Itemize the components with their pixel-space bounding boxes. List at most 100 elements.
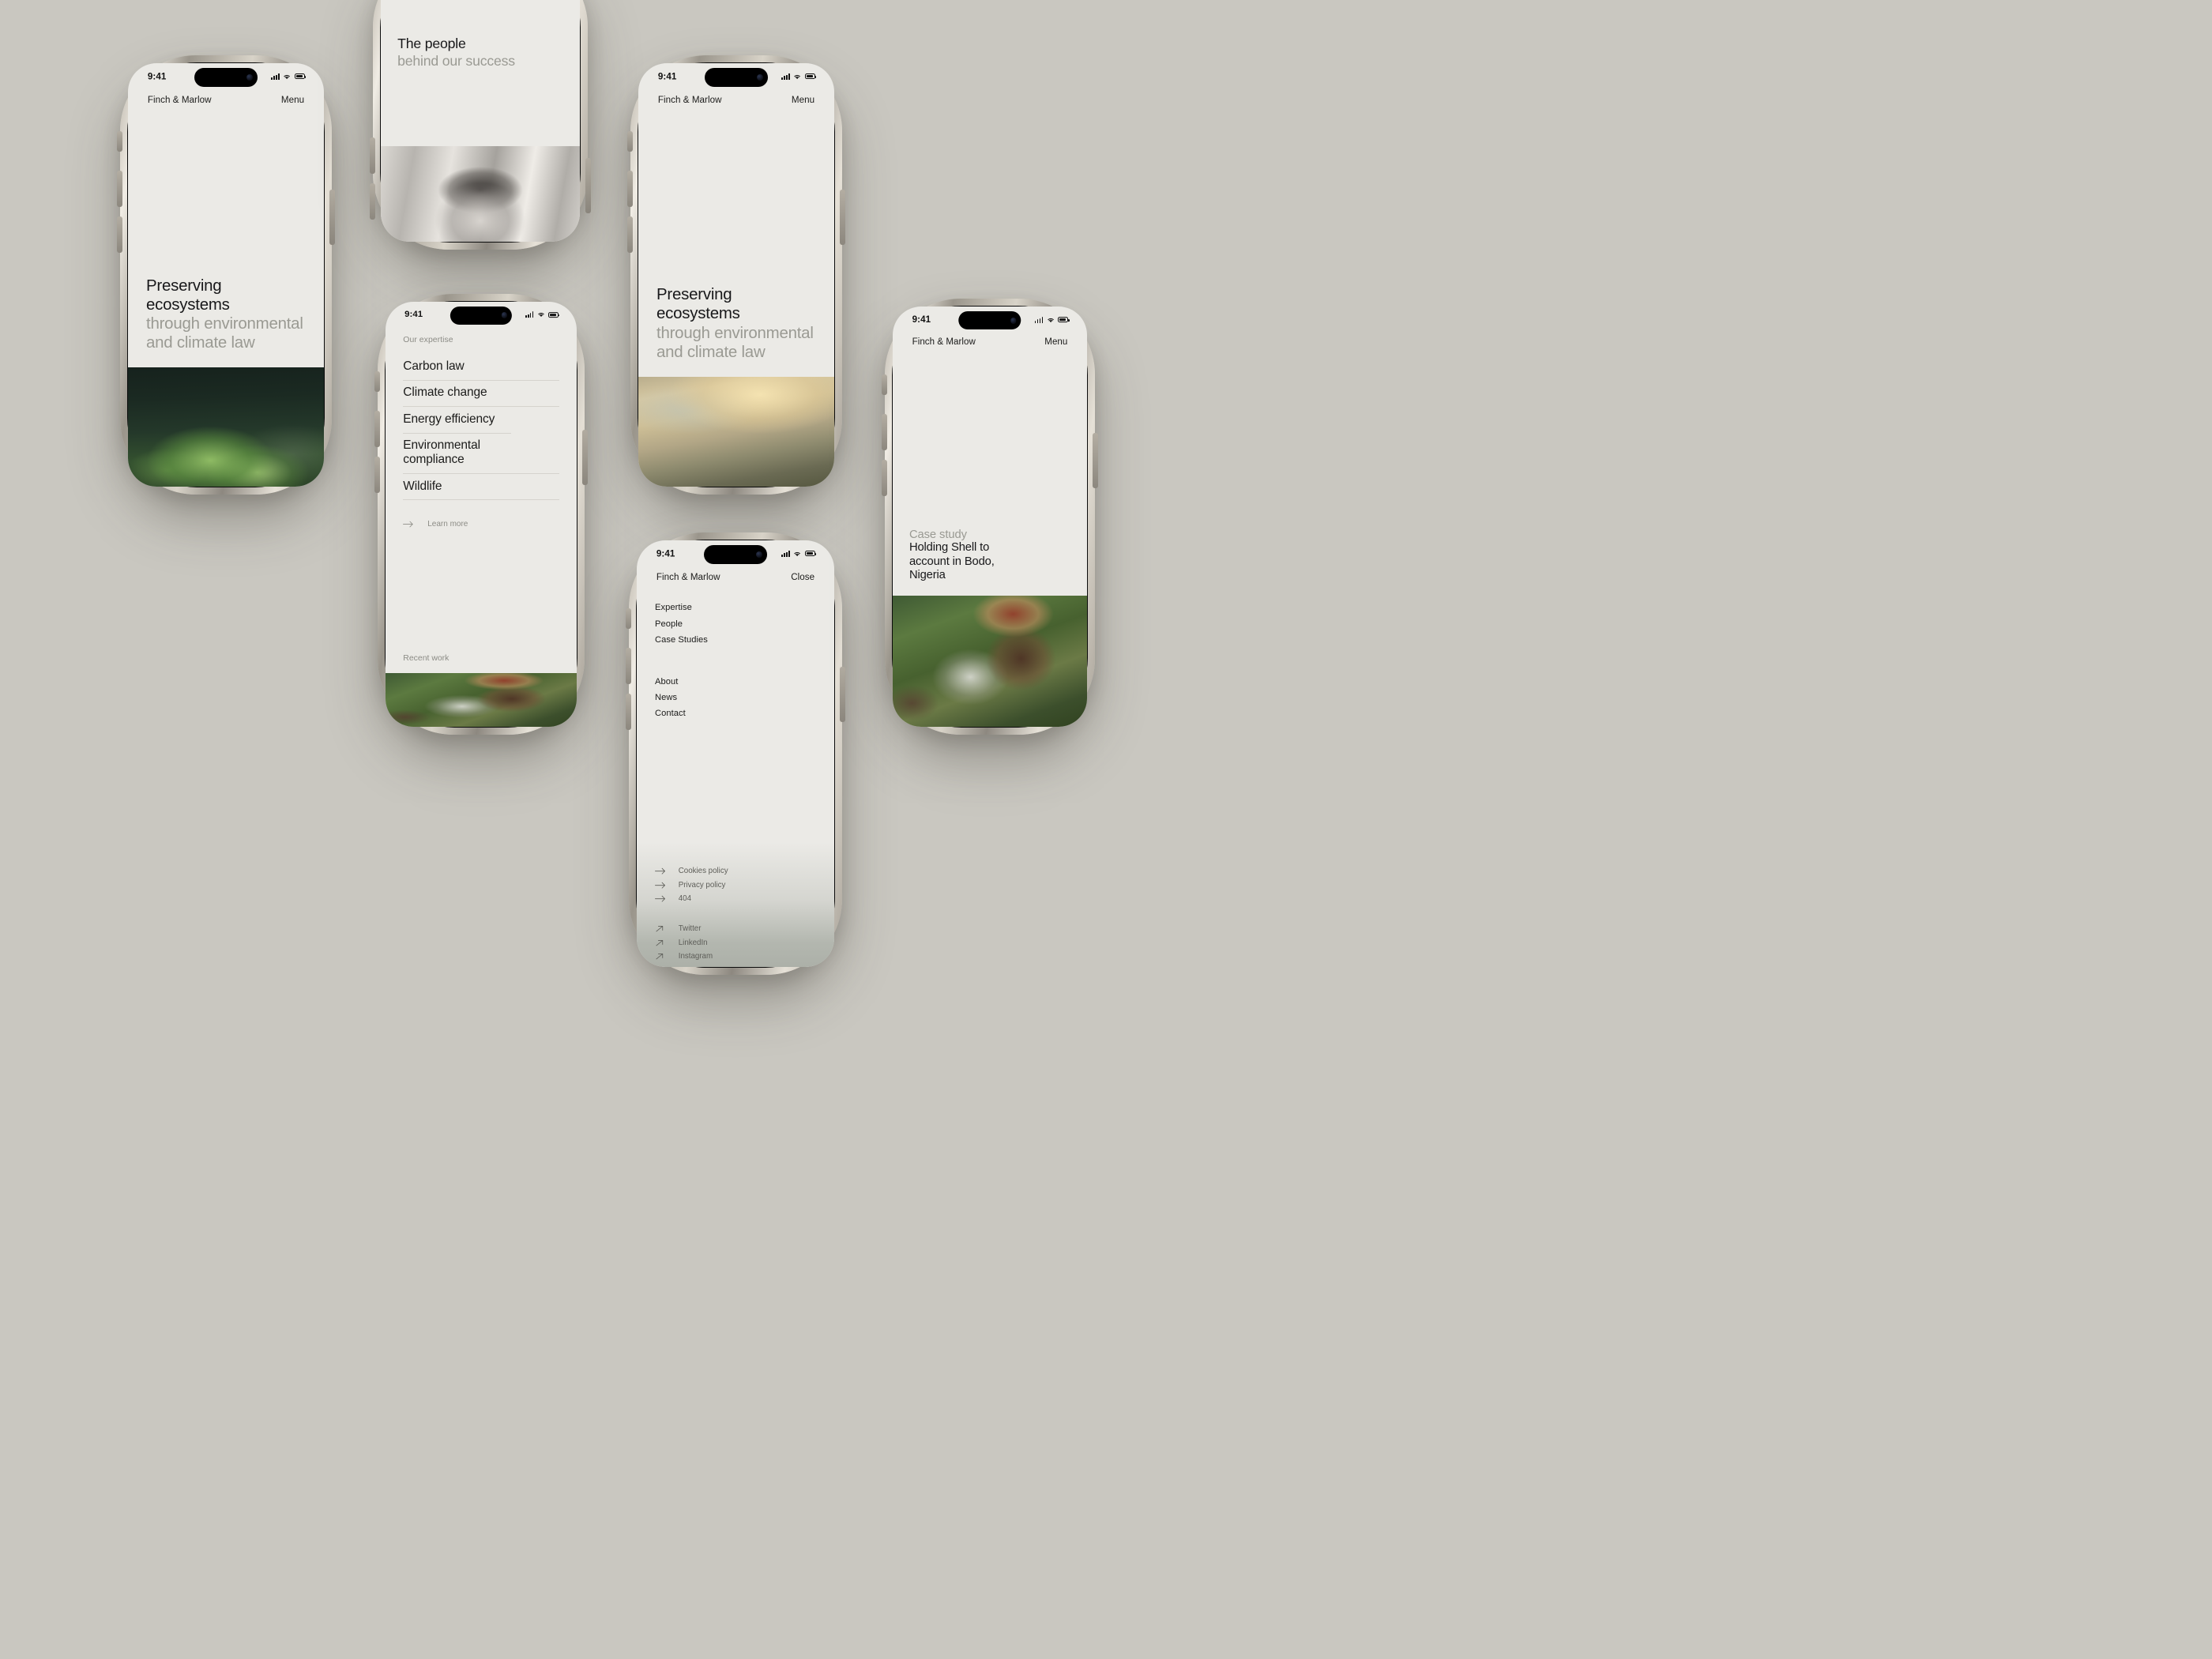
- power-button[interactable]: [582, 430, 588, 485]
- wifi-icon: [1047, 317, 1055, 323]
- brand-logo[interactable]: Finch & Marlow: [656, 572, 720, 582]
- power-button[interactable]: [840, 667, 845, 722]
- cellular-bars-icon: [781, 551, 791, 557]
- status-icons: [781, 551, 817, 557]
- volume-up-button[interactable]: [626, 648, 631, 684]
- volume-up-button[interactable]: [117, 171, 122, 207]
- volume-down-button[interactable]: [627, 216, 633, 253]
- front-camera-icon: [1010, 317, 1017, 324]
- menu-body: Expertise People Case Studies About News…: [636, 582, 835, 968]
- cellular-bars-icon: [525, 311, 534, 318]
- golden-mountain-valley-photo: [638, 376, 835, 487]
- brand-logo[interactable]: Finch & Marlow: [148, 95, 212, 105]
- silence-switch[interactable]: [374, 371, 380, 392]
- woman-with-child-photo: [385, 673, 577, 728]
- volume-up-button[interactable]: [882, 414, 887, 450]
- status-icons: [1034, 316, 1070, 323]
- social-link-linkedin[interactable]: LinkedIn: [655, 936, 816, 950]
- nav-item-news[interactable]: News: [655, 690, 816, 705]
- expertise-item-carbon-law[interactable]: Carbon law: [403, 358, 559, 380]
- arrow-right-icon: [655, 895, 666, 902]
- learn-more-label: Learn more: [427, 520, 468, 529]
- footer-link-label: Cookies policy: [678, 867, 728, 876]
- battery-icon: [547, 311, 560, 318]
- footer-link-cookies-policy[interactable]: Cookies policy: [655, 864, 816, 878]
- app-header: Finch & Marlow Close: [637, 567, 835, 582]
- volume-up-button[interactable]: [627, 171, 633, 207]
- volume-down-button[interactable]: [374, 457, 380, 493]
- expertise-list: Carbon law Climate change Energy efficie…: [386, 358, 577, 501]
- screen-home-forest: 9:41 Finch & Marlow Menu Preserving ecos…: [127, 62, 325, 487]
- hero-line-3: and climate law: [656, 342, 766, 361]
- volume-down-button[interactable]: [626, 694, 631, 730]
- footer-link-label: 404: [678, 894, 692, 904]
- screen-menu: 9:41 Finch & Marlow Close Expertise Peop…: [636, 540, 835, 968]
- screen-expertise: 9:41 Our expertise Carbon law Climate ch…: [385, 301, 577, 728]
- nav-item-about[interactable]: About: [655, 674, 816, 690]
- phone-menu: 9:41 Finch & Marlow Close Expertise Peop…: [626, 532, 845, 975]
- cellular-bars-icon: [1034, 316, 1044, 323]
- power-button[interactable]: [585, 158, 591, 213]
- expertise-item-energy-efficiency[interactable]: Energy efficiency: [403, 406, 559, 432]
- expertise-item-climate-change[interactable]: Climate change: [403, 380, 559, 406]
- hero-section: Preserving ecosystems through environmen…: [128, 105, 325, 367]
- portrait-black-and-white-photo: [380, 146, 581, 243]
- battery-icon: [1057, 317, 1070, 323]
- silence-switch[interactable]: [626, 608, 631, 629]
- dynamic-island: [704, 545, 767, 564]
- screen-home-mountain: 9:41 Finch & Marlow Menu Preserving ecos…: [638, 62, 835, 487]
- nav-item-contact[interactable]: Contact: [655, 705, 816, 721]
- primary-nav: Expertise People Case Studies: [637, 600, 835, 648]
- volume-down-button[interactable]: [117, 216, 122, 253]
- cellular-bars-icon: [781, 73, 791, 80]
- status-bar: 9:41: [638, 63, 835, 90]
- nav-item-case-studies[interactable]: Case Studies: [655, 632, 816, 648]
- status-time: 9:41: [657, 71, 677, 82]
- status-bar: 9:41: [893, 307, 1088, 333]
- social-link-instagram[interactable]: Instagram: [655, 950, 816, 964]
- front-camera-icon: [501, 312, 508, 319]
- app-header: Finch & Marlow Menu: [128, 90, 325, 105]
- expertise-item-environmental-compliance[interactable]: Environmental compliance: [403, 432, 511, 474]
- front-camera-icon: [756, 551, 762, 558]
- silence-switch[interactable]: [882, 374, 887, 395]
- secondary-nav: About News Contact: [637, 674, 835, 722]
- wifi-icon: [793, 73, 801, 80]
- forest-seedling-photo: [127, 367, 325, 487]
- social-link-twitter[interactable]: Twitter: [655, 922, 816, 936]
- arrow-right-icon: [655, 882, 666, 889]
- close-button[interactable]: Close: [791, 572, 814, 582]
- nav-item-expertise[interactable]: Expertise: [655, 600, 816, 615]
- status-time: 9:41: [656, 548, 675, 559]
- power-button[interactable]: [329, 190, 335, 245]
- hero-line-1: Preserving ecosystems: [146, 276, 230, 314]
- learn-more-link[interactable]: Learn more: [386, 500, 577, 529]
- status-bar: 9:41: [386, 302, 577, 329]
- menu-button[interactable]: Menu: [792, 95, 814, 105]
- status-icons: [271, 73, 307, 80]
- case-study-label: Case study: [908, 528, 967, 541]
- menu-button[interactable]: Menu: [1044, 337, 1067, 347]
- volume-up-button[interactable]: [370, 137, 375, 174]
- hero-line-2: through environmental: [146, 314, 303, 333]
- menu-button[interactable]: Menu: [281, 95, 304, 105]
- power-button[interactable]: [1093, 433, 1098, 488]
- people-line-1: The people: [397, 36, 466, 52]
- volume-down-button[interactable]: [370, 183, 375, 220]
- phone-people: The people behind our success: [370, 0, 591, 250]
- expertise-item-wildlife[interactable]: Wildlife: [403, 473, 559, 501]
- nav-item-people[interactable]: People: [655, 615, 816, 631]
- footer-link-404[interactable]: 404: [655, 892, 816, 906]
- people-line-2: behind our success: [397, 52, 515, 69]
- silence-switch[interactable]: [627, 131, 633, 152]
- volume-down-button[interactable]: [882, 460, 887, 496]
- expertise-eyebrow: Our expertise: [403, 336, 453, 345]
- volume-up-button[interactable]: [374, 411, 380, 447]
- screen-people: The people behind our success: [380, 0, 581, 243]
- footer-link-privacy-policy[interactable]: Privacy policy: [655, 878, 816, 893]
- brand-logo[interactable]: Finch & Marlow: [658, 95, 722, 105]
- silence-switch[interactable]: [117, 131, 122, 152]
- power-button[interactable]: [840, 190, 845, 245]
- brand-logo[interactable]: Finch & Marlow: [912, 337, 976, 347]
- app-header: Finch & Marlow Menu: [638, 90, 835, 105]
